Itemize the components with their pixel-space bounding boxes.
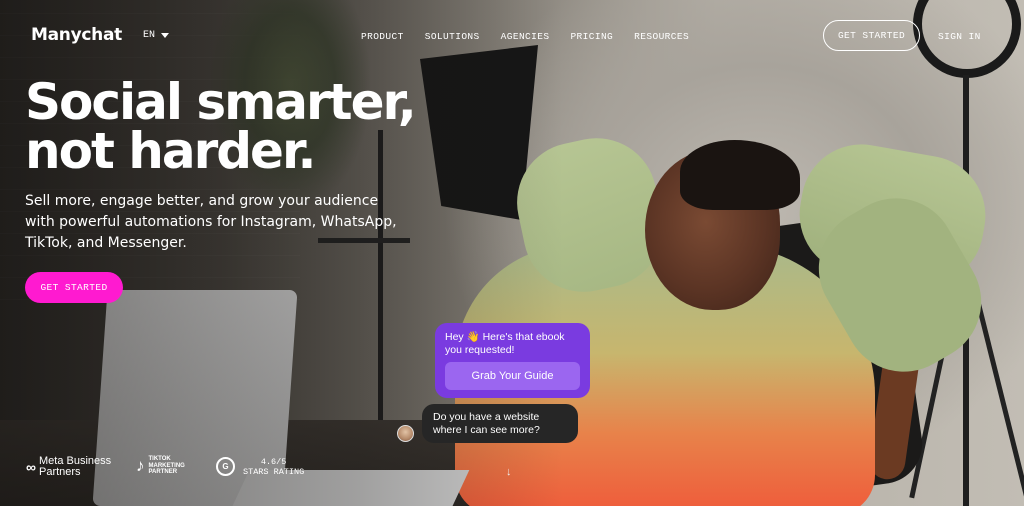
meta-logo-icon: ∞ xyxy=(26,459,36,475)
tiktok-line-3: PARTNER xyxy=(148,469,178,476)
rating-label: STARS RATING xyxy=(243,467,305,477)
hero-get-started-button[interactable]: GET STARTED xyxy=(25,272,123,303)
meta-line-2: Partners xyxy=(38,466,81,478)
g2-logo-icon: G xyxy=(216,457,235,476)
nav-product[interactable]: PRODUCT xyxy=(361,31,404,42)
hero-headline: Social smarter, not harder. xyxy=(25,77,417,176)
bot-message: Hey 👋 Here's that ebook you requested! xyxy=(445,331,565,356)
headline-line-2: not harder. xyxy=(25,122,316,180)
nav-pricing[interactable]: PRICING xyxy=(570,31,613,42)
bot-chat-bubble: Hey 👋 Here's that ebook you requested! G… xyxy=(435,323,590,398)
g2-rating: 4.6/5 STARS RATING xyxy=(243,457,304,477)
tiktok-partner-badge: ♪ TIKTOK MARKETING PARTNER xyxy=(136,456,185,476)
language-selector[interactable]: EN xyxy=(143,30,170,41)
sign-in-link[interactable]: SIGN IN xyxy=(938,31,981,42)
manychat-logo[interactable]: Manychat xyxy=(31,25,122,45)
scroll-down-arrow-icon[interactable]: ↓ xyxy=(506,466,512,478)
meta-business-partners-badge: ∞ Meta Business Partners xyxy=(26,456,111,478)
tiktok-line-1: TIKTOK xyxy=(148,456,171,463)
nav-agencies[interactable]: AGENCIES xyxy=(501,31,550,42)
user-avatar xyxy=(397,425,414,442)
user-chat-bubble: Do you have a website where I can see mo… xyxy=(422,404,578,443)
tiktok-line-2: MARKETING xyxy=(148,462,185,469)
meta-badge-text: Meta Business Partners xyxy=(39,456,111,478)
caret-down-icon xyxy=(161,33,170,38)
grab-guide-button[interactable]: Grab Your Guide xyxy=(445,362,580,390)
site-header: Manychat EN PRODUCT SOLUTIONS AGENCIES P… xyxy=(0,0,1024,72)
hero-subtext: Sell more, engage better, and grow your … xyxy=(25,193,397,251)
main-nav: PRODUCT SOLUTIONS AGENCIES PRICING RESOU… xyxy=(361,31,689,42)
tiktok-badge-text: TIKTOK MARKETING PARTNER xyxy=(149,456,185,476)
rating-value: 4.6/5 xyxy=(260,457,287,467)
header-get-started-button[interactable]: GET STARTED xyxy=(823,20,920,51)
language-label: EN xyxy=(143,30,156,41)
tiktok-logo-icon: ♪ xyxy=(136,456,145,475)
nav-solutions[interactable]: SOLUTIONS xyxy=(425,31,480,42)
nav-resources[interactable]: RESOURCES xyxy=(634,31,689,42)
